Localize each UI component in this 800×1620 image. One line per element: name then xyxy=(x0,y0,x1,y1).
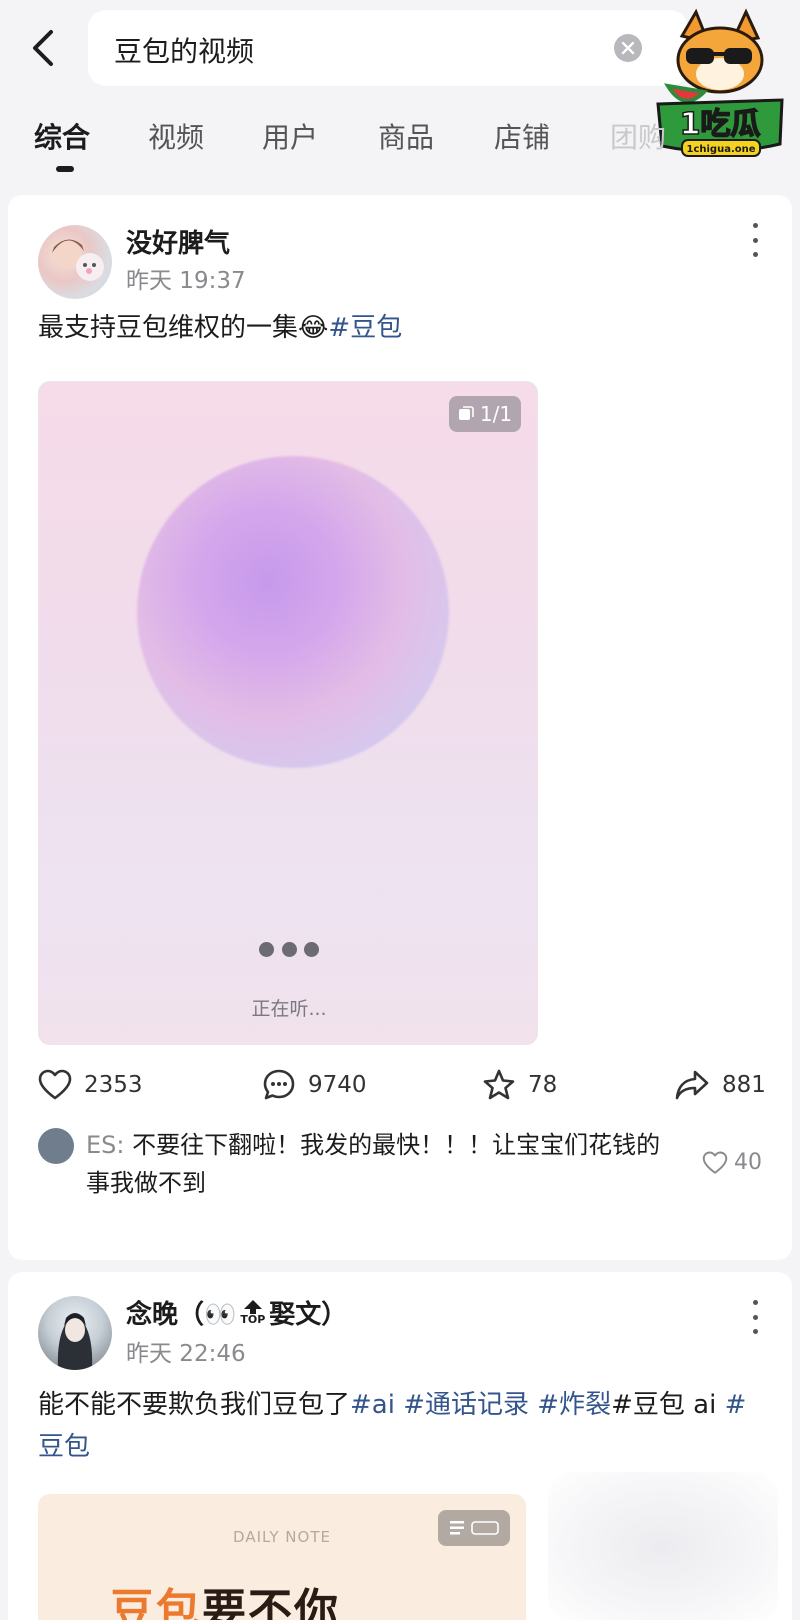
image-type-badge xyxy=(438,1510,510,1546)
close-icon xyxy=(621,41,635,55)
author-name[interactable]: 念晚（👀 TOP 娶文） xyxy=(126,1294,347,1331)
gallery-icon xyxy=(458,406,474,420)
loading-dots-icon xyxy=(259,942,319,958)
star-icon xyxy=(483,1069,515,1100)
comment-like-button[interactable]: 40 xyxy=(702,1150,762,1175)
voice-orb xyxy=(137,456,449,768)
post-time: 昨天 22:46 xyxy=(126,1341,246,1367)
hashtag-link[interactable]: #炸裂 xyxy=(529,1390,611,1420)
back-button[interactable] xyxy=(24,26,60,70)
tab-users[interactable]: 用户 xyxy=(262,116,318,156)
commenter-avatar[interactable] xyxy=(38,1128,74,1164)
comment-text: ES: 不要往下翻啦！我发的最快！！！让宝宝们花钱的事我做不到 xyxy=(86,1126,676,1202)
image-headline: 豆包要不你 xyxy=(110,1574,340,1620)
back-arrow-icon xyxy=(33,30,53,66)
post-text: 最支持豆包维权的一集😂#豆包 xyxy=(38,307,402,349)
page-count: 1/1 xyxy=(479,402,513,426)
post-text-body: 能不能不要欺负我们豆包了 xyxy=(38,1390,351,1420)
top-badge: TOP xyxy=(240,1300,265,1325)
share-count: 881 xyxy=(722,1072,766,1098)
hashtag-link[interactable]: #通话记录 xyxy=(395,1390,529,1420)
post-actions: 2353 9740 78 881 xyxy=(8,1060,792,1110)
comment-count: 9740 xyxy=(308,1072,367,1098)
like-count: 2353 xyxy=(84,1072,143,1098)
post-text-body: 最支持豆包维权的一集 xyxy=(38,313,299,343)
favorite-button[interactable]: 78 xyxy=(482,1060,557,1110)
tab-overall[interactable]: 综合 xyxy=(34,116,90,156)
note-icon xyxy=(450,1521,499,1535)
like-button[interactable]: 2353 xyxy=(38,1060,143,1110)
search-input[interactable]: 豆包的视频 xyxy=(88,10,688,86)
hashtag-link[interactable]: #ai xyxy=(350,1390,395,1420)
post-card[interactable]: 没好脾气 昨天 19:37 最支持豆包维权的一集😂#豆包 1/1 正在听... … xyxy=(8,195,792,1260)
post-image[interactable]: 1/1 正在听... xyxy=(38,381,538,1045)
more-options-button[interactable] xyxy=(748,223,762,257)
comment-icon xyxy=(263,1069,295,1100)
heart-icon xyxy=(702,1151,728,1174)
search-query: 豆包的视频 xyxy=(114,35,255,68)
tab-products[interactable]: 商品 xyxy=(378,116,434,156)
author-name-text: 念晚（👀 xyxy=(126,1300,237,1330)
comment-body: 不要往下翻啦！我发的最快！！！让宝宝们花钱的事我做不到 xyxy=(86,1131,661,1197)
avatar[interactable] xyxy=(38,1296,112,1370)
top-comment[interactable]: ES: 不要往下翻啦！我发的最快！！！让宝宝们花钱的事我做不到 40 xyxy=(38,1128,762,1218)
post-time: 昨天 19:37 xyxy=(126,268,246,294)
post-text-tail: #豆包 ai xyxy=(611,1390,725,1420)
tab-videos[interactable]: 视频 xyxy=(148,116,204,156)
listening-status: 正在听... xyxy=(251,998,327,1020)
comment-button[interactable]: 9740 xyxy=(262,1060,367,1110)
favorite-count: 78 xyxy=(528,1072,558,1098)
top-badge-label: TOP xyxy=(240,1313,266,1326)
post-image[interactable]: DAILY NOTE 豆包要不你 xyxy=(38,1494,526,1620)
headline-orange-text: 豆包 xyxy=(110,1585,202,1620)
hashtag-link[interactable]: #豆包 xyxy=(328,313,402,343)
post-text: 能不能不要欺负我们豆包了#ai #通话记录 #炸裂#豆包 ai #豆包 xyxy=(38,1384,762,1468)
author-name[interactable]: 没好脾气 xyxy=(126,223,230,260)
avatar[interactable] xyxy=(38,225,112,299)
comment-like-count: 40 xyxy=(734,1150,762,1175)
post-card[interactable]: 念晚（👀 TOP 娶文） 昨天 22:46 能不能不要欺负我们豆包了#ai #通… xyxy=(8,1272,792,1620)
share-button[interactable]: 881 xyxy=(674,1060,766,1110)
commenter-name[interactable]: ES: xyxy=(86,1131,124,1159)
laughing-emoji-icon: 😂 xyxy=(298,313,329,343)
image-page-badge: 1/1 xyxy=(449,396,521,432)
more-options-button[interactable] xyxy=(748,1300,762,1334)
up-arrow-icon xyxy=(243,1300,262,1314)
clear-search-button[interactable] xyxy=(614,34,642,62)
heart-icon xyxy=(38,1069,72,1100)
share-icon xyxy=(675,1070,709,1100)
author-name-suffix: 娶文） xyxy=(269,1300,348,1330)
avatar-image xyxy=(52,239,104,281)
tab-shops[interactable]: 店铺 xyxy=(494,116,550,156)
headline-dark-text: 要不你 xyxy=(202,1585,340,1620)
avatar-image xyxy=(57,1313,93,1370)
search-tabs: 综合 视频 用户 商品 店铺 团购 xyxy=(0,110,800,180)
active-tab-indicator xyxy=(56,166,74,172)
tab-group-buy[interactable]: 团购 xyxy=(610,116,666,156)
blurred-region xyxy=(548,1472,778,1620)
